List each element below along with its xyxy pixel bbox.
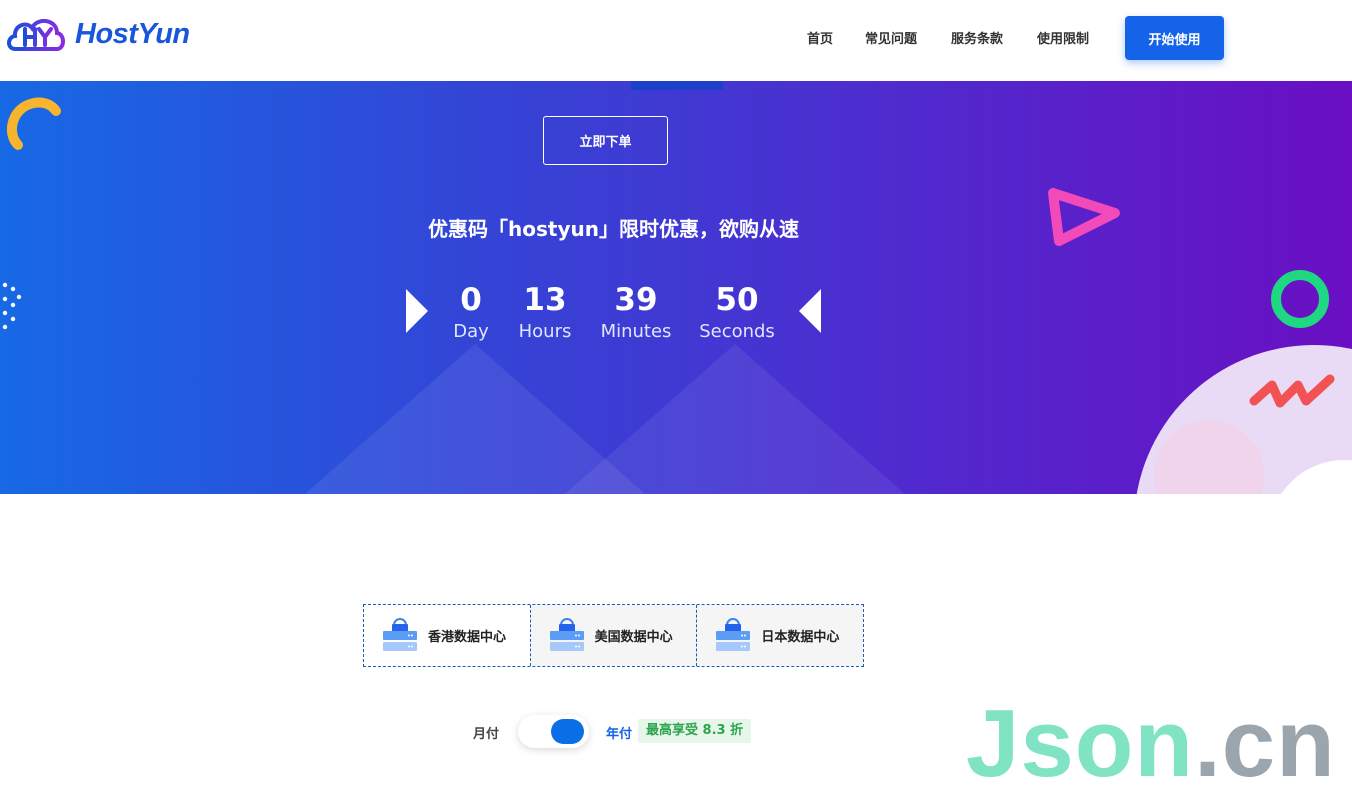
tab-japan-datacenter[interactable]: 日本数据中心: [697, 605, 864, 666]
discount-badge: 最高享受 8.3 折: [638, 719, 752, 743]
countdown-value: 50: [715, 282, 759, 318]
countdown-label: Seconds: [699, 321, 775, 342]
countdown-minutes: 39 Minutes: [596, 281, 676, 343]
watermark-part: Json: [966, 690, 1195, 785]
tab-label: 美国数据中心: [594, 630, 673, 645]
countdown-days: 0 Day: [440, 281, 502, 343]
hostyun-logo-icon: [7, 19, 65, 51]
site-header: HostYun 首页 常见问题 服务条款 使用限制 开始使用: [0, 0, 1352, 81]
nav-home[interactable]: 首页: [807, 28, 833, 47]
countdown-value: 39: [614, 282, 658, 318]
countdown-label: Day: [453, 321, 489, 342]
tab-label: 香港数据中心: [428, 630, 507, 645]
server-icon: [383, 617, 417, 651]
billing-period-toggle[interactable]: [518, 715, 589, 748]
monthly-billing-label[interactable]: 月付: [473, 723, 499, 742]
countdown-seconds: 50 Seconds: [696, 281, 778, 343]
tab-label: 日本数据中心: [761, 630, 840, 645]
datacenter-tabs: 香港数据中心 美国数据中心 日本数据中心: [363, 604, 864, 667]
yellow-arc-icon: [6, 97, 61, 150]
brand-name: HostYun: [75, 17, 190, 50]
yearly-billing-label[interactable]: 年付: [606, 723, 632, 742]
hero-tab-marker: [631, 81, 723, 90]
green-ring-icon: [1271, 270, 1329, 328]
dots-pattern-icon: [2, 282, 22, 330]
pink-circle-shape: [1136, 345, 1352, 494]
nav-terms[interactable]: 服务条款: [951, 28, 1003, 47]
countdown-left-arrow-icon: [406, 289, 428, 333]
nav-usage-limits[interactable]: 使用限制: [1037, 28, 1089, 47]
watermark-part: .cn: [1194, 690, 1336, 785]
promo-headline: 优惠码「hostyun」限时优惠，欲购从速: [428, 217, 799, 241]
site-watermark: Json.cn: [966, 696, 1336, 785]
tab-us-datacenter[interactable]: 美国数据中心: [530, 605, 698, 666]
tab-hong-kong-datacenter[interactable]: 香港数据中心: [364, 605, 531, 666]
server-icon: [549, 617, 584, 651]
countdown-hours: 13 Hours: [510, 281, 580, 343]
countdown-value: 0: [460, 282, 482, 318]
red-zigzag-icon: [1249, 374, 1335, 408]
get-started-button[interactable]: 开始使用: [1125, 16, 1224, 60]
hero-banner: 立即下单 优惠码「hostyun」限时优惠，欲购从速 0 Day 13 Hour…: [0, 81, 1352, 494]
countdown-label: Hours: [518, 321, 572, 342]
countdown-value: 13: [523, 282, 567, 318]
toggle-knob: [551, 719, 584, 744]
countdown-right-arrow-icon: [799, 289, 821, 333]
brand-logo[interactable]: HostYun: [5, 10, 205, 58]
order-now-button[interactable]: 立即下单: [543, 116, 668, 165]
server-icon: [716, 617, 751, 651]
countdown-label: Minutes: [600, 321, 672, 342]
nav-faq[interactable]: 常见问题: [865, 28, 917, 47]
mountain-shape: [565, 344, 905, 494]
